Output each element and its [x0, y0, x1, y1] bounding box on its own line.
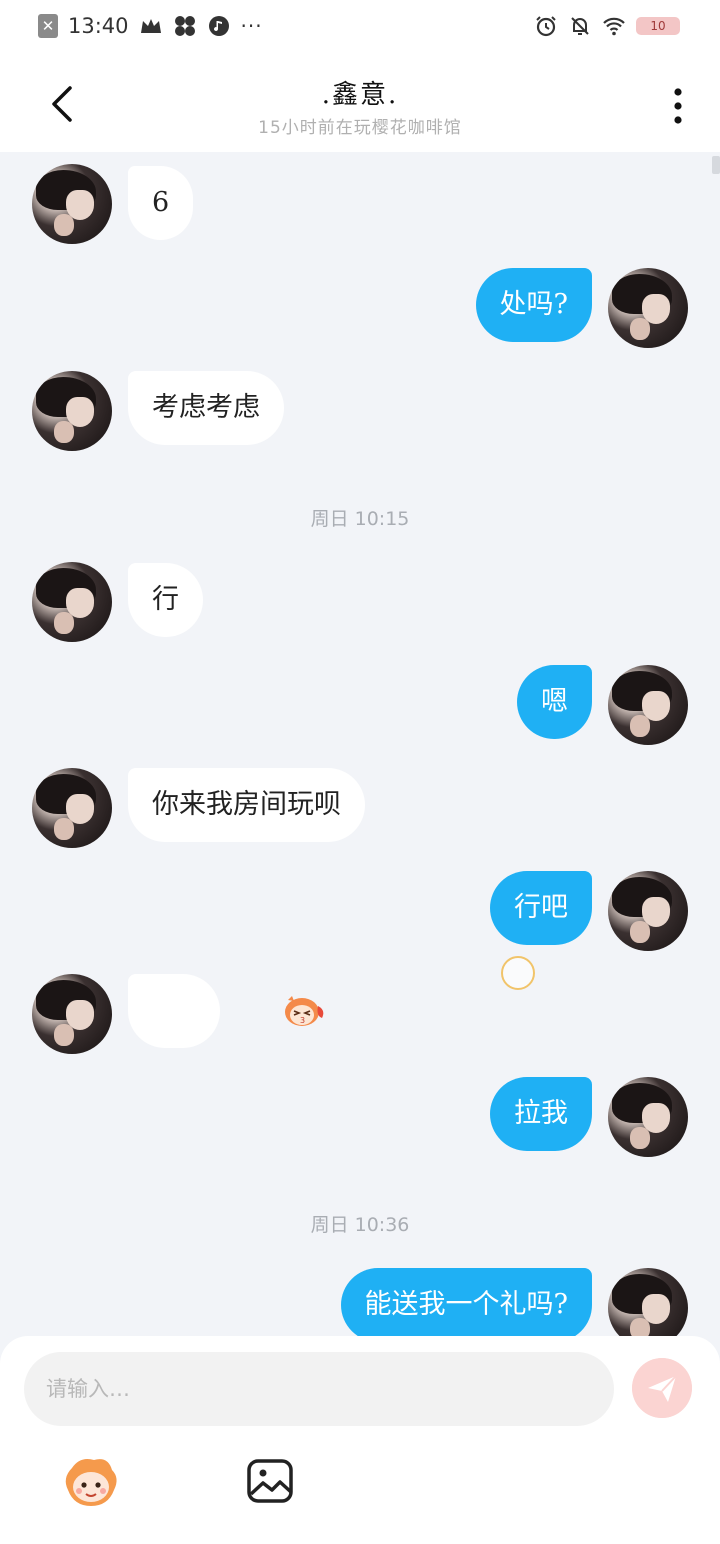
crown-icon: [140, 19, 161, 33]
contact-avatar[interactable]: [32, 974, 112, 1054]
contact-name: .鑫意.: [321, 80, 399, 110]
battery-icon: 10: [636, 17, 680, 35]
close-box-icon: ✕: [38, 14, 58, 38]
cartoon-face-sticker: 3: [285, 996, 324, 1026]
message-bubble-incoming[interactable]: 考虑考虑: [128, 371, 284, 445]
header-title-block: .鑫意. 15小时前在玩樱花咖啡馆: [0, 74, 720, 138]
my-avatar[interactable]: [608, 871, 688, 951]
svg-text:3: 3: [300, 1016, 305, 1025]
status-right: 10: [534, 14, 680, 38]
composer-panel: [0, 1336, 720, 1544]
contact-avatar[interactable]: [32, 562, 112, 642]
message-bubble-incoming[interactable]: 你来我房间玩呗: [128, 768, 365, 842]
more-options-icon[interactable]: [672, 86, 684, 126]
contact-avatar[interactable]: [32, 768, 112, 848]
my-avatar[interactable]: [608, 665, 688, 745]
message-row-outgoing: 行吧: [0, 871, 720, 953]
message-bubble-outgoing[interactable]: 拉我: [490, 1077, 592, 1151]
timestamp-divider: 周日 10:15: [310, 508, 410, 530]
message-row-incoming: 考虑考虑: [0, 371, 720, 453]
my-avatar[interactable]: [608, 1077, 688, 1157]
message-list[interactable]: 6 处吗? 考虑考虑 周日 10:15 行 嗯 你来我房间玩呗 行吧 3 拉我 …: [0, 152, 720, 1336]
message-row-outgoing: 处吗?: [0, 268, 720, 350]
message-row-incoming: 3: [0, 974, 720, 1056]
message-row-outgoing: 拉我: [0, 1077, 720, 1159]
status-left: ✕ 13:40 ···: [38, 14, 263, 38]
message-bubble-outgoing[interactable]: 行吧: [490, 871, 592, 945]
message-row-outgoing: 嗯: [0, 665, 720, 747]
my-avatar[interactable]: [608, 268, 688, 348]
contact-status: 15小时前在玩樱花咖啡馆: [258, 118, 462, 138]
message-row-incoming: 6: [0, 164, 720, 246]
status-time: 13:40: [68, 14, 129, 38]
message-row-incoming: 行: [0, 562, 720, 644]
alarm-icon: [536, 16, 556, 37]
send-icon[interactable]: [632, 1358, 692, 1418]
message-row-incoming: 你来我房间玩呗: [0, 768, 720, 850]
my-avatar[interactable]: [608, 1268, 688, 1336]
message-bubble-outgoing[interactable]: 处吗?: [475, 268, 592, 342]
more-notifications-indicator: ···: [240, 14, 263, 38]
message-bubble-sticker[interactable]: 3: [128, 974, 324, 1048]
message-bubble-incoming[interactable]: 6: [128, 166, 194, 240]
message-bubble-outgoing[interactable]: 能送我一个礼吗?: [340, 1268, 592, 1336]
bell-off-icon: [571, 17, 589, 35]
timestamp-divider: 周日 10:36: [310, 1214, 410, 1236]
emoji-sticker-icon[interactable]: [60, 1454, 122, 1510]
status-bar: ✕ 13:40 ··· 10: [0, 0, 720, 56]
touch-indicator: [501, 956, 535, 990]
message-input[interactable]: [24, 1352, 614, 1426]
contact-avatar[interactable]: [32, 371, 112, 451]
wifi-icon: [603, 17, 625, 36]
message-bubble-outgoing[interactable]: 嗯: [517, 665, 592, 739]
image-picker-icon[interactable]: [246, 1458, 294, 1504]
music-note-icon: [208, 16, 229, 36]
pinwheel-icon: [174, 16, 195, 36]
message-bubble-incoming[interactable]: 行: [128, 563, 203, 637]
contact-avatar[interactable]: [32, 164, 112, 244]
message-row-outgoing: 能送我一个礼吗?: [0, 1268, 720, 1336]
chat-header: .鑫意. 15小时前在玩樱花咖啡馆: [0, 56, 720, 152]
